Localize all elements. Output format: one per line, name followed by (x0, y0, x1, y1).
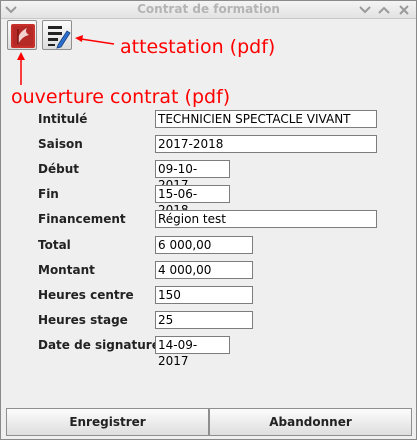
annotation-attestation: attestation (pdf) (120, 36, 276, 58)
field-input[interactable]: Région test (155, 210, 377, 228)
field-input[interactable]: 6 000,00 (155, 236, 253, 254)
field-label: Montant (38, 263, 95, 277)
field-input[interactable]: 4 000,00 (155, 261, 253, 279)
field-input[interactable]: 14-09-2017 (155, 336, 230, 368)
field-input[interactable]: 25 (155, 311, 253, 329)
cancel-button[interactable]: Abandonner (209, 408, 412, 436)
field-label: Date de signature (38, 338, 160, 352)
dialog-window: Contrat de formation attestation (pdf) o… (0, 0, 417, 440)
field-input[interactable]: 09-10-2017 (155, 160, 230, 192)
field-input[interactable]: TECHNICIEN SPECTACLE VIVANT (155, 110, 377, 128)
field-label: Début (38, 162, 79, 176)
field-label: Intitulé (38, 112, 88, 126)
field-label: Heures stage (38, 313, 128, 327)
field-label: Heures centre (38, 288, 134, 302)
field-input[interactable]: 2017-2018 (155, 135, 377, 153)
annotation-ouverture-contrat: ouverture contrat (pdf) (11, 86, 231, 108)
field-input[interactable]: 15-06-2018 (155, 185, 230, 217)
field-label: Total (38, 238, 71, 252)
field-label: Financement (38, 212, 126, 226)
field-label: Fin (38, 187, 59, 201)
field-label: Saison (38, 137, 83, 151)
save-button[interactable]: Enregistrer (6, 408, 209, 436)
field-input[interactable]: 150 (155, 286, 253, 304)
